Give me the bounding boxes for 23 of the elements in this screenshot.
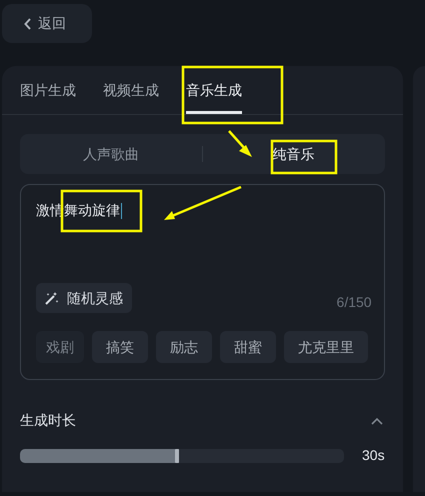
back-button[interactable]: 返回 bbox=[2, 4, 92, 43]
collapse-icon[interactable] bbox=[370, 416, 383, 424]
style-chip[interactable]: 励志 bbox=[156, 331, 212, 363]
inspiration-button[interactable]: 随机灵感 bbox=[36, 283, 132, 313]
character-counter: 6/150 bbox=[336, 293, 372, 312]
tab[interactable]: 图片生成 bbox=[20, 80, 76, 114]
mode-option[interactable]: 纯音乐 bbox=[202, 134, 385, 174]
duration-value: 30s bbox=[362, 446, 385, 465]
duration-slider[interactable] bbox=[20, 448, 344, 462]
tab[interactable]: 音乐生成 bbox=[186, 80, 242, 114]
tab[interactable]: 视频生成 bbox=[103, 80, 159, 114]
style-chip[interactable]: 甜蜜 bbox=[220, 331, 276, 363]
style-chip[interactable]: 戏剧 bbox=[36, 331, 84, 363]
annotation-arrow bbox=[228, 130, 252, 157]
back-icon bbox=[24, 18, 32, 30]
slider-thumb[interactable] bbox=[174, 448, 179, 462]
style-chip[interactable]: 搞笑 bbox=[92, 331, 148, 363]
text-cursor bbox=[121, 202, 122, 218]
mode-option[interactable]: 人声歌曲 bbox=[20, 134, 202, 174]
magic-wand-icon bbox=[45, 291, 59, 305]
duration-title: 生成时长 bbox=[20, 411, 76, 430]
highlight-box bbox=[270, 140, 338, 174]
style-chip[interactable]: 尤克里里 bbox=[284, 331, 368, 363]
